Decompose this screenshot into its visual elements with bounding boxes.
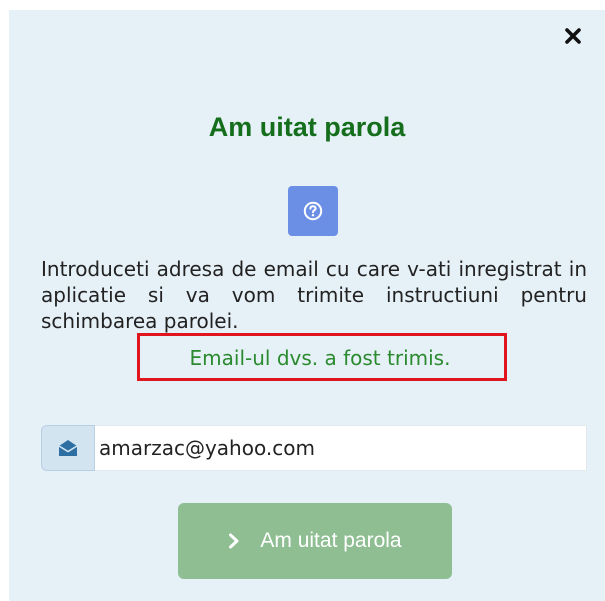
submit-button-label: Am uitat parola: [260, 529, 402, 552]
instructions-text: Introduceti adresa de email cu care v-at…: [41, 257, 587, 333]
modal-title: Am uitat parola: [208, 112, 406, 142]
email-input-group: [41, 425, 587, 471]
envelope-open-icon: [41, 425, 95, 471]
question-circle-icon: [288, 186, 338, 236]
chevron-right-icon: [228, 533, 240, 549]
submit-button[interactable]: Am uitat parola: [178, 503, 452, 579]
email-field[interactable]: [95, 425, 587, 471]
success-message: Email-ul dvs. a fost trimis.: [189, 346, 451, 370]
close-icon[interactable]: [562, 25, 584, 47]
